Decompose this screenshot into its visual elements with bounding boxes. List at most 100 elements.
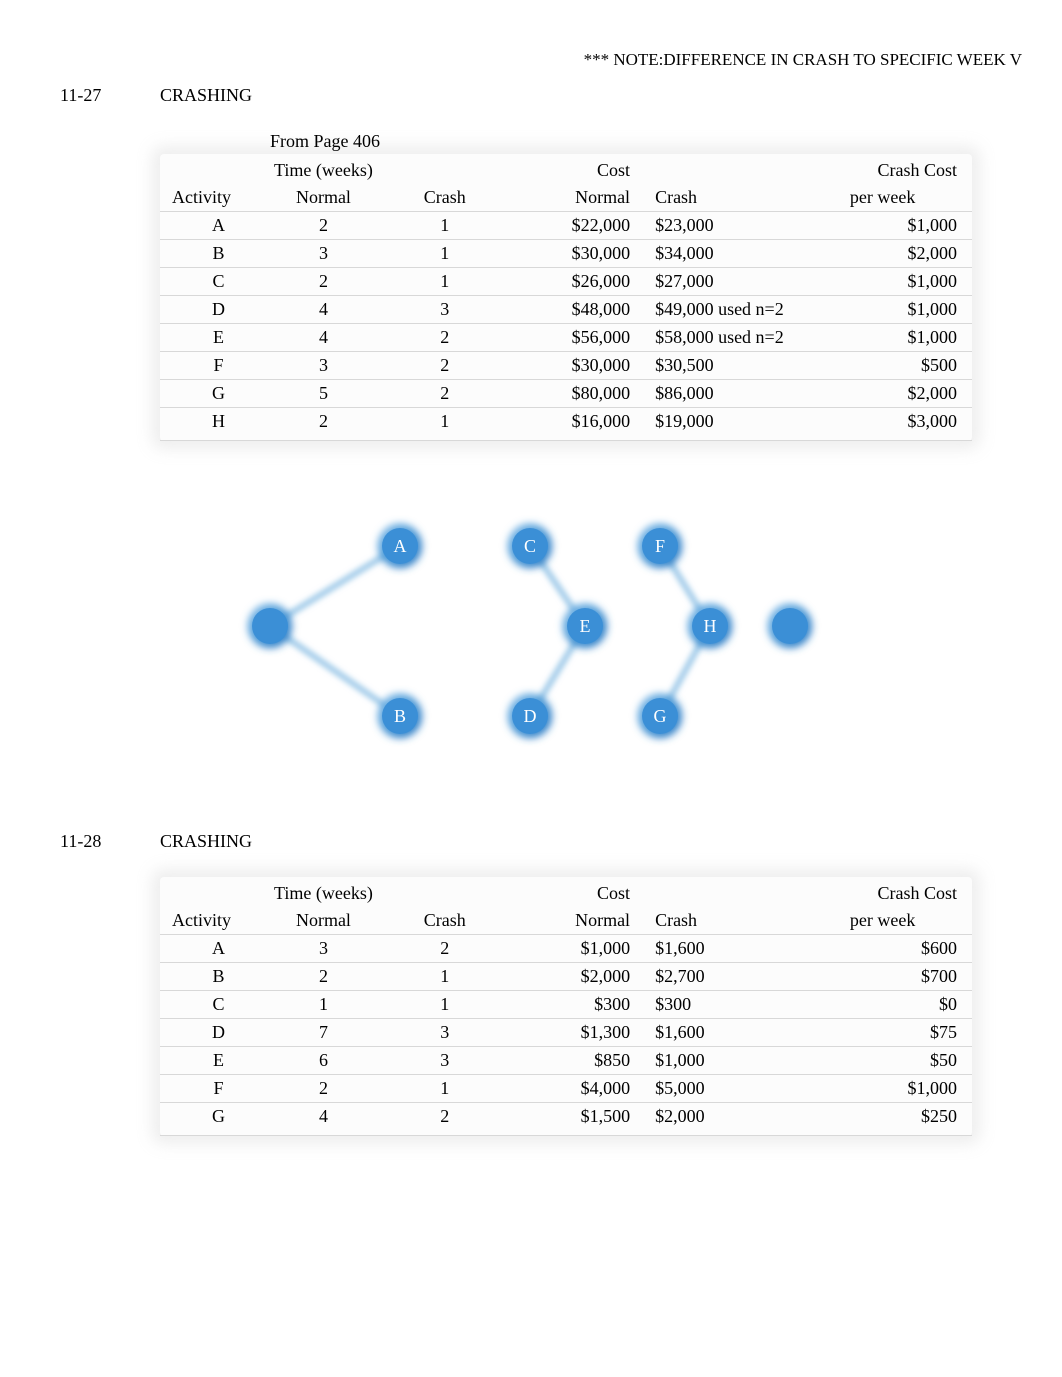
cell-crash-cost: $30,500 xyxy=(645,352,835,380)
cell-per-week: $1,000 xyxy=(835,212,972,240)
from-page-label: From Page 406 xyxy=(160,131,972,152)
cell-activity: C xyxy=(160,991,255,1019)
table-row: E63$850$1,000$50 xyxy=(160,1047,972,1075)
cell-normal-cost: $30,000 xyxy=(497,352,645,380)
network-diagram: ABCDEFGH xyxy=(210,491,830,761)
table2-container: Time (weeks) Cost Crash Cost Activity No… xyxy=(160,877,972,1136)
table-row: A32$1,000$1,600$600 xyxy=(160,935,972,963)
cell-per-week: $1,000 xyxy=(835,296,972,324)
cell-crash-time: 1 xyxy=(392,240,497,268)
cell-normal-time: 2 xyxy=(255,212,392,240)
group-header-time: Time (weeks) xyxy=(255,877,392,907)
cell-per-week: $500 xyxy=(835,352,972,380)
cell-per-week: $75 xyxy=(835,1019,972,1047)
section-number: 11-28 xyxy=(60,831,120,852)
cell-normal-time: 2 xyxy=(255,268,392,296)
col-crash-time: Crash xyxy=(392,184,497,212)
cell-activity: F xyxy=(160,352,255,380)
cell-crash-time: 2 xyxy=(392,1103,497,1136)
col-normal-cost: Normal xyxy=(497,184,645,212)
cell-crash-cost: $49,000 used n=2 xyxy=(645,296,835,324)
col-crash-cost: Crash xyxy=(645,184,835,212)
cell-normal-time: 3 xyxy=(255,935,392,963)
cell-normal-cost: $2,000 xyxy=(497,963,645,991)
table-row: G42$1,500$2,000$250 xyxy=(160,1103,972,1136)
diagram-node-label: C xyxy=(524,536,536,556)
cell-normal-cost: $48,000 xyxy=(497,296,645,324)
group-header-crash-cost: Crash Cost xyxy=(835,877,972,907)
group-header-time: Time (weeks) xyxy=(255,154,392,184)
table-row: C11$300$300$0 xyxy=(160,991,972,1019)
crashing-table-2: Time (weeks) Cost Crash Cost Activity No… xyxy=(160,877,972,1136)
col-normal-time: Normal xyxy=(255,184,392,212)
cell-per-week: $700 xyxy=(835,963,972,991)
cell-normal-cost: $80,000 xyxy=(497,380,645,408)
cell-activity: D xyxy=(160,1019,255,1047)
cell-normal-time: 3 xyxy=(255,352,392,380)
cell-crash-time: 3 xyxy=(392,1019,497,1047)
col-crash-cost: Crash xyxy=(645,907,835,935)
top-note: *** NOTE:DIFFERENCE IN CRASH TO SPECIFIC… xyxy=(30,50,1032,70)
cell-crash-time: 1 xyxy=(392,268,497,296)
cell-crash-time: 1 xyxy=(392,212,497,240)
table-row: D73$1,300$1,600$75 xyxy=(160,1019,972,1047)
cell-activity: B xyxy=(160,963,255,991)
cell-normal-cost: $1,500 xyxy=(497,1103,645,1136)
cell-normal-time: 2 xyxy=(255,963,392,991)
cell-crash-time: 1 xyxy=(392,1075,497,1103)
table-row: F21$4,000$5,000$1,000 xyxy=(160,1075,972,1103)
table-row: B21$2,000$2,700$700 xyxy=(160,963,972,991)
cell-crash-cost: $300 xyxy=(645,991,835,1019)
col-normal-cost: Normal xyxy=(497,907,645,935)
group-header-crash-cost: Crash Cost xyxy=(835,154,972,184)
diagram-node-core xyxy=(772,608,808,644)
section-title: CRASHING xyxy=(160,85,252,106)
group-header-cost: Cost xyxy=(497,154,645,184)
diagram-node-label: H xyxy=(704,616,717,636)
cell-normal-cost: $850 xyxy=(497,1047,645,1075)
cell-crash-cost: $2,700 xyxy=(645,963,835,991)
diagram-node-label: A xyxy=(394,536,407,556)
cell-activity: C xyxy=(160,268,255,296)
table-row: E42$56,000$58,000 used n=2$1,000 xyxy=(160,324,972,352)
cell-crash-cost: $27,000 xyxy=(645,268,835,296)
cell-crash-cost: $34,000 xyxy=(645,240,835,268)
cell-crash-time: 2 xyxy=(392,352,497,380)
table-row: H21$16,000$19,000$3,000 xyxy=(160,408,972,441)
cell-normal-time: 7 xyxy=(255,1019,392,1047)
cell-activity: E xyxy=(160,1047,255,1075)
cell-normal-cost: $26,000 xyxy=(497,268,645,296)
table-row: G52$80,000$86,000$2,000 xyxy=(160,380,972,408)
cell-normal-cost: $4,000 xyxy=(497,1075,645,1103)
cell-crash-cost: $86,000 xyxy=(645,380,835,408)
cell-normal-time: 3 xyxy=(255,240,392,268)
cell-normal-time: 5 xyxy=(255,380,392,408)
cell-per-week: $600 xyxy=(835,935,972,963)
cell-crash-cost: $2,000 xyxy=(645,1103,835,1136)
table-row: C21$26,000$27,000$1,000 xyxy=(160,268,972,296)
cell-per-week: $1,000 xyxy=(835,324,972,352)
section-number: 11-27 xyxy=(60,85,120,106)
cell-crash-time: 3 xyxy=(392,296,497,324)
cell-normal-cost: $56,000 xyxy=(497,324,645,352)
cell-per-week: $2,000 xyxy=(835,240,972,268)
cell-crash-time: 1 xyxy=(392,963,497,991)
cell-crash-time: 2 xyxy=(392,324,497,352)
cell-crash-cost: $5,000 xyxy=(645,1075,835,1103)
cell-activity: H xyxy=(160,408,255,441)
cell-normal-cost: $16,000 xyxy=(497,408,645,441)
col-per-week: per week xyxy=(835,184,972,212)
cell-activity: G xyxy=(160,1103,255,1136)
col-activity: Activity xyxy=(160,184,255,212)
cell-normal-time: 2 xyxy=(255,1075,392,1103)
cell-normal-cost: $300 xyxy=(497,991,645,1019)
table-row: F32$30,000$30,500$500 xyxy=(160,352,972,380)
col-activity: Activity xyxy=(160,907,255,935)
cell-crash-cost: $58,000 used n=2 xyxy=(645,324,835,352)
diagram-node-label: D xyxy=(524,706,537,726)
cell-normal-time: 4 xyxy=(255,1103,392,1136)
cell-activity: A xyxy=(160,212,255,240)
cell-normal-time: 1 xyxy=(255,991,392,1019)
col-crash-time: Crash xyxy=(392,907,497,935)
cell-crash-cost: $19,000 xyxy=(645,408,835,441)
